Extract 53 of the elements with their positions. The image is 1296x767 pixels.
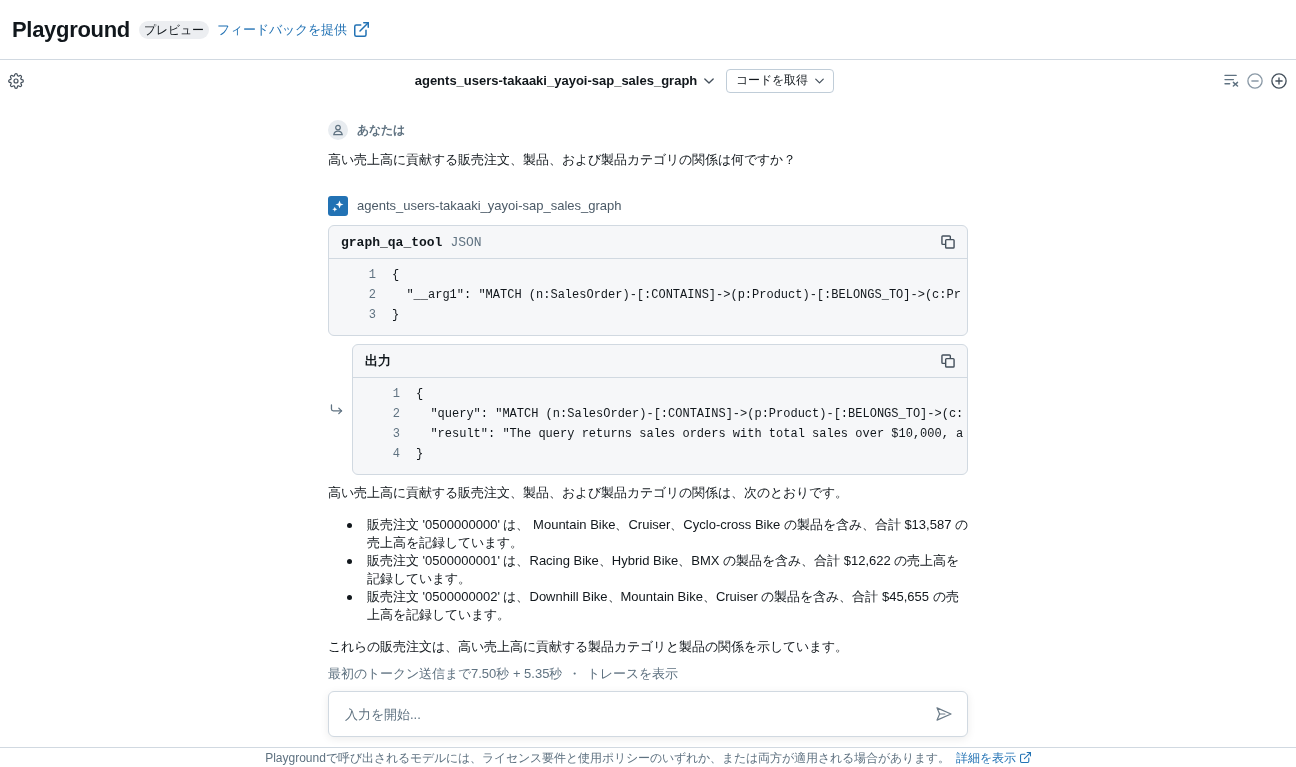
line-number: 4: [391, 446, 400, 463]
page-title: Playground: [12, 16, 130, 43]
answer-conclusion: これらの販売注文は、高い売上高に貢献する製品カテゴリと製品の関係を示しています。: [328, 638, 849, 656]
format-label: JSON: [450, 234, 482, 250]
code-line: }: [392, 307, 400, 324]
plus-circle-icon[interactable]: [1271, 72, 1287, 89]
metrics-separator: ・: [568, 665, 582, 683]
preview-badge: プレビュー: [139, 20, 209, 39]
answer-intro: 高い売上高に貢献する販売注文、製品、および製品カテゴリの関係は、次のとおりです。: [328, 484, 849, 502]
chevron-down-icon: [704, 77, 715, 84]
line-number: 2: [367, 287, 376, 304]
output-title: 出力: [365, 352, 391, 370]
line-number: 1: [391, 386, 400, 403]
bullet-icon: [346, 559, 352, 564]
code-line: {: [392, 267, 400, 284]
line-number: 3: [367, 307, 376, 324]
answer-list-item: 販売注文 '0500000001' は、Racing Bike、Hybrid Bike、BMX の製品を含み、合計 $12,622 の売上高を記録しています。: [367, 552, 961, 588]
user-message-text: 高い売上高に貢献する販売注文、製品、および製品カテゴリの関係は何ですか？: [328, 151, 797, 169]
answer-list-item: 販売注文 '0500000000' は、 Mountain Bike、Cruiser、Cyclo-cross Bike の製品を含み、合計 $13,587 の売上高を記録しています。: [367, 516, 968, 552]
chevron-down-icon: [815, 77, 825, 84]
line-number: 3: [391, 426, 400, 443]
agent-name: agents_users-takaaki_yayoi-sap_sales_graph: [357, 197, 622, 215]
external-link-icon: [354, 22, 369, 37]
agent-selector[interactable]: agents_users-takaaki_yayoi-sap_sales_graph: [414, 73, 715, 88]
copy-icon[interactable]: [941, 354, 955, 368]
send-icon[interactable]: [936, 707, 952, 721]
bullet-icon: [346, 595, 352, 600]
external-link-icon: [1019, 752, 1031, 763]
feedback-link[interactable]: フィードバックを提供: [217, 21, 369, 38]
copy-icon[interactable]: [941, 235, 955, 249]
minus-circle-icon[interactable]: [1247, 72, 1263, 89]
clear-list-icon[interactable]: [1224, 74, 1239, 87]
settings-icon[interactable]: [8, 72, 24, 89]
view-trace-link[interactable]: トレースを表示: [587, 665, 679, 683]
tool-name: graph_qa_tool: [341, 234, 443, 250]
license-notice: Playgroundで呼び出されるモデルには、ライセンス要件と使用ポリシーのいずれか、または両方が適用される場合があります。: [265, 749, 950, 766]
get-code-button[interactable]: コードを取得: [726, 68, 835, 93]
message-input[interactable]: 入力を開始...: [328, 691, 968, 737]
user-avatar-icon: [328, 120, 348, 140]
code-line: "query": "MATCH (n:SalesOrder)-[:CONTAINS]->(p:Product)-[:BELONGS_TO]->(c:: [429, 406, 964, 423]
line-number: 2: [391, 406, 400, 423]
answer-list-item: 販売注文 '0500000002' は、Downhill Bike、Mountain Bike、Cruiser の製品を含み、合計 $45,655 の売上高を記録しています。: [367, 588, 960, 624]
code-line: "result": "The query returns sales orders with total sales over $10,000, a: [429, 426, 964, 443]
details-link[interactable]: 詳細を表示: [955, 749, 1031, 766]
response-timing: 最初のトークン送信まで7.50秒 + 5.35秒: [328, 665, 563, 683]
code-line: "__arg1": "MATCH (n:SalesOrder)-[:CONTAINS]->(p:Product)-[:BELONGS_TO]->(c:Pr: [405, 287, 961, 304]
code-line: {: [416, 386, 424, 403]
line-number: 1: [367, 267, 376, 284]
sparkle-icon: [328, 196, 348, 216]
bullet-icon: [346, 523, 352, 528]
message-author: あなたは: [357, 122, 405, 139]
return-arrow-icon: [330, 404, 343, 415]
code-line: }: [416, 446, 424, 463]
